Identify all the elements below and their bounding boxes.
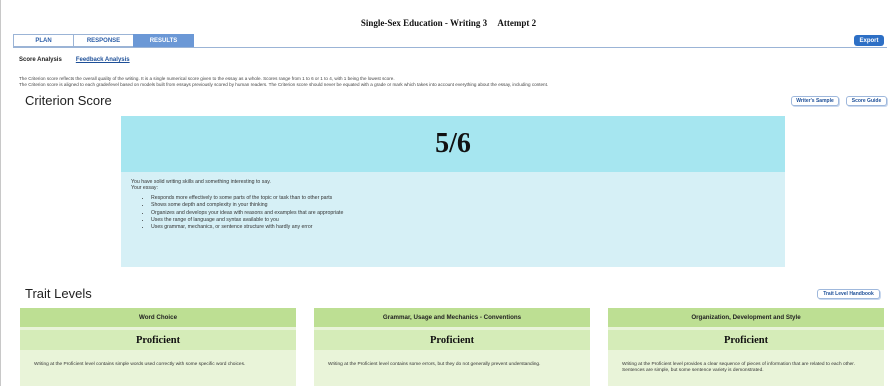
tab-response[interactable]: RESPONSE: [73, 34, 134, 47]
writers-sample-button[interactable]: Writer's Sample: [791, 96, 839, 106]
criterion-score-heading: Criterion Score: [25, 93, 112, 108]
trait-level: Proficient: [608, 330, 884, 350]
trait-level-handbook-button[interactable]: Trait Level Handbook: [817, 289, 880, 299]
score-guide-button[interactable]: Score Guide: [846, 96, 887, 106]
trait-card-organization: Organization, Development and Style Prof…: [608, 308, 884, 386]
description-line-2: The Criterion score is aligned to each g…: [19, 81, 549, 87]
trait-name: Grammar, Usage and Mechanics - Conventio…: [314, 308, 590, 327]
trait-level: Proficient: [20, 330, 296, 350]
criterion-description: The Criterion score reflects the overall…: [19, 76, 889, 87]
list-item: Responds more effectively to some parts …: [151, 195, 785, 202]
trait-card-word-choice: Word Choice Proficient Writing at the Pr…: [20, 308, 296, 386]
score-feedback: You have solid writing skills and someth…: [121, 172, 785, 232]
trait-levels-heading: Trait Levels: [25, 286, 92, 301]
your-essay-label: Your essay:: [131, 185, 158, 192]
score-panel: 5/6 You have solid writing skills and so…: [121, 116, 785, 267]
results-page: Single-Sex Education - Writing 3 Attempt…: [0, 0, 895, 386]
subtab-feedback-analysis[interactable]: Feedback Analysis: [76, 57, 130, 63]
trait-name: Word Choice: [20, 308, 296, 327]
trait-description: Writing at the Proficient level provides…: [622, 362, 855, 373]
page-title: Single-Sex Education - Writing 3 Attempt…: [1, 18, 895, 28]
main-tabs: PLAN RESPONSE RESULTS: [13, 34, 194, 47]
export-button[interactable]: Export: [854, 35, 884, 46]
trait-description: Writing at the Proficient level contains…: [328, 362, 541, 367]
tab-plan[interactable]: PLAN: [13, 34, 74, 47]
list-item: Uses the range of language and syntax av…: [151, 217, 785, 224]
trait-card-conventions: Grammar, Usage and Mechanics - Conventio…: [314, 308, 590, 386]
tab-divider: [13, 47, 887, 48]
analysis-subtabs: Score Analysis Feedback Analysis: [19, 57, 130, 63]
list-item: Uses grammar, mechanics, or sentence str…: [151, 224, 785, 231]
assignment-title: Single-Sex Education - Writing 3: [360, 18, 488, 28]
score-value: 5/6: [121, 116, 785, 172]
tab-results[interactable]: RESULTS: [133, 34, 194, 47]
trait-description: Writing at the Proficient level contains…: [34, 362, 246, 367]
list-item: Shows some depth and complexity in your …: [151, 202, 785, 209]
trait-name: Organization, Development and Style: [608, 308, 884, 327]
score-bullets: Responds more effectively to some parts …: [151, 195, 785, 232]
attempt-label: Attempt 2: [497, 18, 537, 28]
subtab-score-analysis[interactable]: Score Analysis: [19, 57, 62, 63]
trait-level: Proficient: [314, 330, 590, 350]
list-item: Organizes and develops your ideas with r…: [151, 210, 785, 217]
